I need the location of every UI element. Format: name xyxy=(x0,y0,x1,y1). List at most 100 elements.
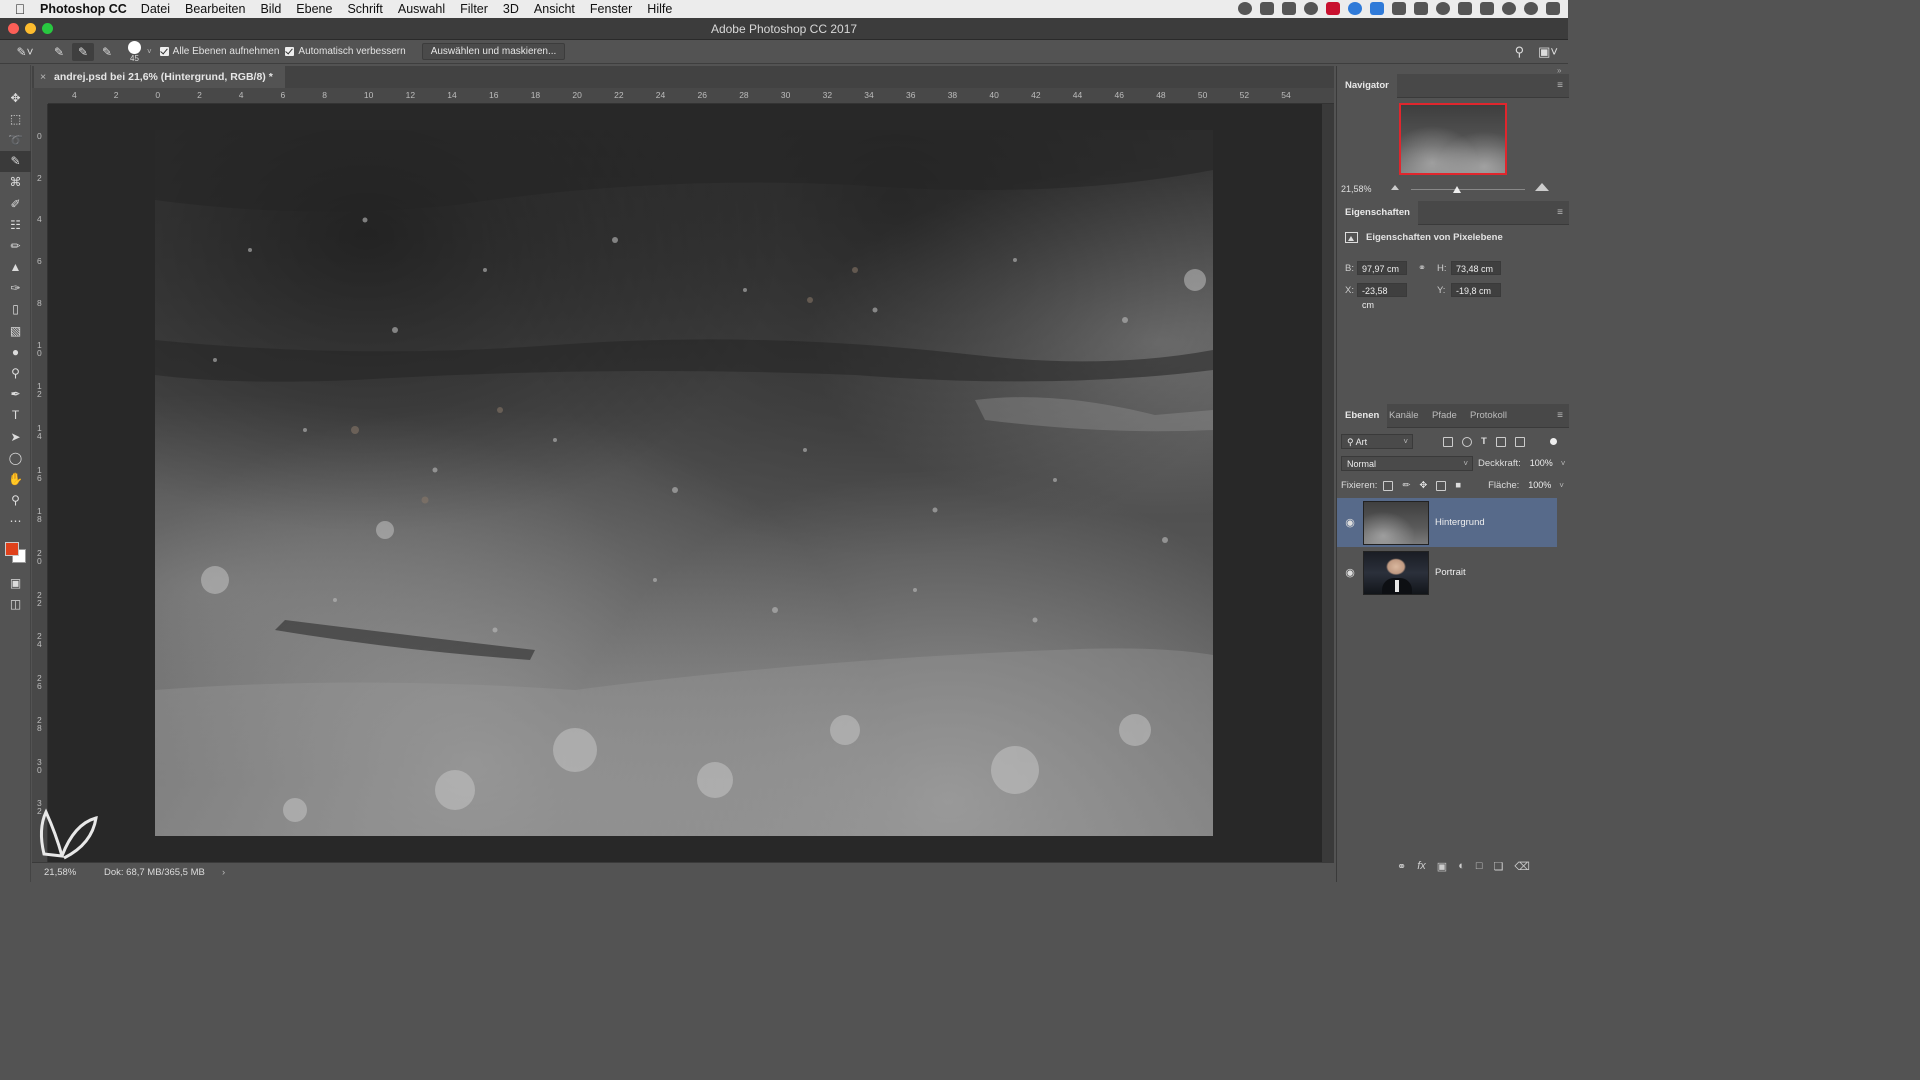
width-field[interactable]: 97,97 cm xyxy=(1357,261,1407,275)
layer-style-icon[interactable]: fx xyxy=(1417,860,1426,873)
path-selection-icon[interactable]: ➤ xyxy=(0,426,31,447)
zoom-in-icon[interactable] xyxy=(1535,183,1549,191)
filter-smart-object-icon[interactable] xyxy=(1514,436,1525,447)
creative-cloud-icon[interactable] xyxy=(1304,2,1318,15)
layer-row-portrait[interactable]: ◉ Portrait xyxy=(1337,548,1557,597)
properties-tab[interactable]: Eigenschaften xyxy=(1337,201,1418,225)
layer-filter-kind[interactable]: ⚲ Art ˅ xyxy=(1341,434,1413,449)
airplay-icon[interactable] xyxy=(1414,2,1428,15)
display-icon[interactable] xyxy=(1282,2,1296,15)
delete-layer-icon[interactable]: ⌫ xyxy=(1514,860,1530,873)
siri-icon[interactable] xyxy=(1524,2,1538,15)
pen-icon[interactable]: ✒ xyxy=(0,384,31,405)
visibility-eye-icon[interactable]: ◉ xyxy=(1337,516,1363,529)
menu-auswahl[interactable]: Auswahl xyxy=(398,2,445,16)
bluetooth-icon[interactable] xyxy=(1458,2,1472,15)
lock-artboard-icon[interactable] xyxy=(1436,480,1447,491)
crop-icon[interactable]: ⌘ xyxy=(0,172,31,193)
auto-enhance-checkbox[interactable]: Automatisch verbessern xyxy=(285,46,406,57)
horizontal-ruler[interactable]: 4 2 0 2 4 6 8 10 12 14 16 18 20 22 24 26 28 30 32 34 36 38 40 4… xyxy=(48,88,1334,104)
opacity-dropdown-icon[interactable]: ˅ xyxy=(1561,459,1566,468)
brush-size-picker[interactable]: 45 xyxy=(128,40,141,63)
notification-center-icon[interactable] xyxy=(1546,2,1560,15)
new-selection-icon[interactable]: ✎ xyxy=(48,43,70,61)
apple-menu-icon[interactable]:  xyxy=(0,1,40,17)
adjustment-layer-icon[interactable]: ◐ xyxy=(1458,860,1465,873)
more-tools-icon[interactable]: ⋯ xyxy=(0,511,31,532)
dodge-icon[interactable]: ⚲ xyxy=(0,362,31,383)
lock-all-icon[interactable]: ■ xyxy=(1455,480,1461,491)
menu-ebene[interactable]: Ebene xyxy=(296,2,332,16)
navigator-menu-icon[interactable]: ≡ xyxy=(1557,80,1563,91)
clone-stamp-icon[interactable]: ▲ xyxy=(0,257,31,278)
gradient-icon[interactable]: ▧ xyxy=(0,320,31,341)
app-icon[interactable] xyxy=(1370,2,1384,15)
hand-icon[interactable]: ✋ xyxy=(0,468,31,489)
menu-fenster[interactable]: Fenster xyxy=(590,2,632,16)
vertical-ruler[interactable]: 024681 01 21 41 61 82 02 22 42 62 83 03 … xyxy=(32,104,48,862)
menu-3d[interactable]: 3D xyxy=(503,2,519,16)
filter-type-icon[interactable]: T xyxy=(1481,436,1487,447)
tab-ebenen[interactable]: Ebenen xyxy=(1337,404,1388,428)
lock-position-icon[interactable]: ✥ xyxy=(1419,480,1427,491)
tab-kanaele[interactable]: Kanäle xyxy=(1389,404,1419,428)
lock-transparency-icon[interactable] xyxy=(1383,480,1394,491)
navigator-zoom-knob[interactable] xyxy=(1452,186,1461,193)
layer-name[interactable]: Hintergrund xyxy=(1435,517,1485,528)
time-machine-icon[interactable] xyxy=(1436,2,1450,15)
blend-mode-select[interactable]: Normal ˅ xyxy=(1341,456,1473,471)
height-field[interactable]: 73,48 cm xyxy=(1451,261,1501,275)
search-icon[interactable]: ⚲ xyxy=(1515,44,1525,60)
record-icon[interactable] xyxy=(1238,2,1252,15)
move-icon[interactable]: ✥ xyxy=(0,87,31,108)
sync-icon[interactable] xyxy=(1348,2,1362,15)
document-tab[interactable]: × andrej.psd bei 21,6% (Hintergrund, RGB… xyxy=(34,66,285,88)
menu-filter[interactable]: Filter xyxy=(460,2,488,16)
brush-dropdown-icon[interactable]: ˅ xyxy=(147,47,152,56)
subtract-from-selection-icon[interactable]: ✎ xyxy=(96,43,118,61)
brush-icon[interactable]: ✏ xyxy=(0,235,31,256)
x-field[interactable]: -23,58 cm xyxy=(1357,283,1407,310)
filter-adjustment-icon[interactable] xyxy=(1462,436,1472,447)
new-group-icon[interactable]: □ xyxy=(1476,860,1483,873)
new-layer-icon[interactable]: ❏ xyxy=(1494,860,1504,873)
tab-pfade[interactable]: Pfade xyxy=(1432,404,1457,428)
history-brush-icon[interactable]: ✑ xyxy=(0,278,31,299)
tab-protokoll[interactable]: Protokoll xyxy=(1470,404,1507,428)
lasso-icon[interactable]: ➰ xyxy=(0,129,31,150)
zoom-out-icon[interactable] xyxy=(1391,185,1399,190)
add-to-selection-icon[interactable]: ✎ xyxy=(72,42,94,61)
select-and-mask-button[interactable]: Auswählen und maskieren... xyxy=(421,43,566,60)
opacity-field[interactable]: 100% xyxy=(1525,456,1561,471)
y-field[interactable]: -19,8 cm xyxy=(1451,283,1501,297)
menu-hilfe[interactable]: Hilfe xyxy=(647,2,672,16)
document-image[interactable] xyxy=(155,130,1213,836)
fill-field[interactable]: 100% xyxy=(1523,478,1559,493)
navigator-zoom-value[interactable]: 21,58% xyxy=(1341,184,1372,194)
screen-mode-icon[interactable]: ◫ xyxy=(0,593,31,614)
zoom-icon[interactable]: ⚲ xyxy=(0,490,31,511)
quick-mask-icon[interactable]: ▣ xyxy=(0,572,31,593)
screen-icon[interactable] xyxy=(1392,2,1406,15)
app-menu[interactable]: Photoshop CC xyxy=(40,2,127,16)
red-app-icon[interactable] xyxy=(1326,2,1340,15)
lock-pixels-icon[interactable]: ✏ xyxy=(1402,480,1410,491)
fill-dropdown-icon[interactable]: ˅ xyxy=(1559,481,1564,490)
navigator-zoom-slider[interactable] xyxy=(1411,186,1525,193)
cloud-icon[interactable] xyxy=(1260,2,1274,15)
ellipse-icon[interactable]: ◯ xyxy=(0,447,31,468)
tool-preset-picker[interactable]: ✎˅ xyxy=(14,43,36,61)
link-layers-icon[interactable]: ⚭ xyxy=(1397,860,1406,873)
menu-schrift[interactable]: Schrift xyxy=(347,2,382,16)
blur-icon[interactable]: ● xyxy=(0,341,31,362)
navigator-thumbnail[interactable] xyxy=(1399,103,1507,175)
navigator-tab[interactable]: Navigator xyxy=(1337,74,1397,98)
layer-name[interactable]: Portrait xyxy=(1435,567,1466,578)
vertical-scrollbar[interactable] xyxy=(1322,104,1334,862)
type-icon[interactable]: T xyxy=(0,405,31,426)
menu-ansicht[interactable]: Ansicht xyxy=(534,2,575,16)
status-zoom[interactable]: 21,58% xyxy=(32,867,92,878)
filter-toggle-icon[interactable] xyxy=(1549,438,1557,445)
ruler-corner[interactable] xyxy=(32,88,48,104)
menu-datei[interactable]: Datei xyxy=(141,2,170,16)
